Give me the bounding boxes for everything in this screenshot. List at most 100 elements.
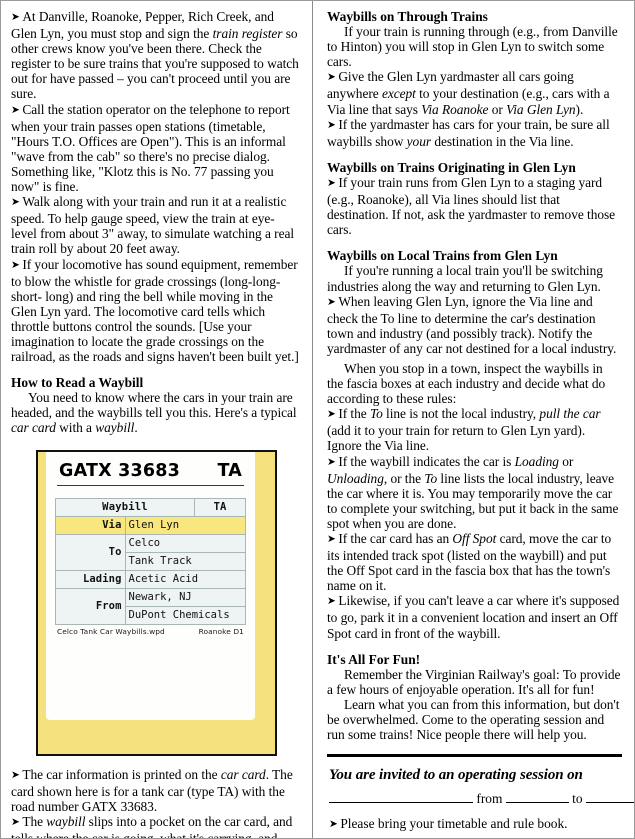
operations-bullet-3: ➤ Walk along with your train and run it a… <box>11 194 300 256</box>
invitation-end-time-blank[interactable] <box>585 802 634 804</box>
arrow-bullet-icon: ➤ <box>11 815 20 828</box>
arrow-bullet-icon: ➤ <box>327 408 336 421</box>
waybill-label-from: From <box>55 587 126 625</box>
waybill-footer-destination: Roanoke D1 <box>198 627 244 637</box>
local-trains-intro: If you're running a local train you'll b… <box>327 263 603 294</box>
local-rule-3-text: If the car card has an Off Spot card, mo… <box>327 531 612 594</box>
operations-bullet-3-text: Walk along with your train and run it at… <box>11 194 295 257</box>
invitation-to-label: to <box>572 791 583 807</box>
waybill-table: Waybill TA Via Glen Lyn To Celco Tank Tr… <box>55 497 246 625</box>
operations-bullet-1: ➤ At Danville, Roanoke, Pepper, Rich Cree… <box>11 9 300 102</box>
arrow-bullet-icon: ➤ <box>11 196 20 209</box>
local-rule-1-text: If the To line is not the local industry… <box>327 406 601 454</box>
waybill-type-code: TA <box>194 497 246 517</box>
local-rule-4: ➤ Likewise, if you can't leave a car wher… <box>327 593 622 640</box>
section-heading-originating-glen-lyn: Waybills on Trains Originating in Glen L… <box>327 159 576 175</box>
invitation-from-label: from <box>476 791 503 807</box>
card-bullet-1-text: The car information is printed on the ca… <box>11 766 293 814</box>
local-rule-2: ➤ If the waybill indicates the car is Loa… <box>327 454 622 531</box>
operations-bullet-4-text: If your locomotive has sound equipment, … <box>11 256 299 365</box>
operations-bullet-2: ➤ Call the station operator on the teleph… <box>11 102 300 195</box>
through-trains-intro: If your train is running through (e.g., … <box>327 24 618 70</box>
through-trains-bullet-2: ➤ If the yardmaster has cars for your tra… <box>327 117 622 149</box>
invitation-start-time-blank[interactable] <box>505 802 569 804</box>
local-rule-2-text: If the waybill indicates the car is Load… <box>327 453 619 531</box>
waybill-value-from-2: DuPont Chemicals <box>124 605 246 625</box>
operations-bullet-1-text: At Danville, Roanoke, Pepper, Rich Creek… <box>11 9 299 102</box>
local-rule-3: ➤ If the car card has an Off Spot card, m… <box>327 531 622 593</box>
originating-bullet-1-text: If your train runs from Glen Lyn to a st… <box>327 174 616 238</box>
arrow-bullet-icon: ➤ <box>327 595 336 608</box>
invitation-date-row: from to <box>329 788 634 809</box>
two-column-layout: ➤ At Danville, Roanoke, Pepper, Rich Cree… <box>1 1 634 838</box>
waybill-footer-filename: Celco Tank Car Waybills.wpd <box>57 627 165 637</box>
waybill-label-lading: Lading <box>55 569 126 589</box>
card-bullet-2: ➤ The waybill slips into a pocket on the … <box>11 813 300 839</box>
waybill-row-to-1: To Celco <box>55 533 246 571</box>
car-card-header: GATX 33683 TA <box>55 459 246 484</box>
local-rules-intro: When you stop in a town, inspect the way… <box>327 360 606 407</box>
local-rule-1: ➤ If the To line is not the local industr… <box>327 406 622 453</box>
waybill-row-lading: Lading Acetic Acid <box>55 569 246 589</box>
arrow-bullet-icon: ➤ <box>11 11 20 23</box>
arrow-bullet-icon: ➤ <box>327 295 336 308</box>
waybill-footer: Celco Tank Car Waybills.wpd Roanoke D1 <box>55 625 246 637</box>
waybill-value-from-1: Newark, NJ <box>124 587 246 607</box>
invitation-title: You are invited to an operating session … <box>329 767 583 784</box>
section-heading-local-trains: Waybills on Local Trains from Glen Lyn <box>327 248 558 264</box>
operations-bullet-4: ➤ If your locomotive has sound equipment,… <box>11 257 300 365</box>
waybill-row-from-1: From Newark, NJ <box>55 587 246 625</box>
car-card-divider <box>57 484 244 486</box>
section-heading-through-trains: Waybills on Through Trains <box>327 9 488 24</box>
right-column: Waybills on Through Trains If your train… <box>312 1 634 838</box>
card-bullet-2-text: The waybill slips into a pocket on the c… <box>11 813 293 839</box>
waybill-value-lading: Acetic Acid <box>124 569 246 589</box>
arrow-bullet-icon: ➤ <box>327 176 336 189</box>
invitation-bring-text: Please bring your timetable and rule boo… <box>340 816 568 832</box>
left-column: ➤ At Danville, Roanoke, Pepper, Rich Cree… <box>1 1 312 838</box>
car-card-inner-panel: GATX 33683 TA Waybill TA Via Glen Lyn To… <box>46 451 255 720</box>
waybill-intro-paragraph: You need to know where the cars in your … <box>11 390 297 436</box>
invitation-bring-line: ➤ Please bring your timetable and rule bo… <box>329 816 620 833</box>
waybill-label-to: To <box>55 533 126 571</box>
operations-bullet-2-text: Call the station operator on the telepho… <box>11 101 290 195</box>
arrow-bullet-icon: ➤ <box>327 71 336 84</box>
waybill-title: Waybill <box>55 497 195 517</box>
document-page: ➤ At Danville, Roanoke, Pepper, Rich Cree… <box>0 0 635 839</box>
arrow-bullet-icon: ➤ <box>11 258 20 271</box>
arrow-bullet-icon: ➤ <box>327 455 336 468</box>
waybill-row-via: Via Glen Lyn <box>55 515 246 535</box>
car-card-graphic: GATX 33683 TA Waybill TA Via Glen Lyn To… <box>36 449 277 756</box>
section-heading-how-to-read-waybill: How to Read a Waybill <box>11 375 144 391</box>
originating-bullet-1: ➤ If your train runs from Glen Lyn to a s… <box>327 175 622 237</box>
local-bullet-leaving: ➤ When leaving Glen Lyn, ignore the Via l… <box>327 294 622 356</box>
arrow-bullet-icon: ➤ <box>11 768 20 781</box>
through-trains-bullet-2-text: If the yardmaster has cars for your trai… <box>327 116 610 149</box>
through-trains-bullet-1-text: Give the Glen Lyn yardmaster all cars go… <box>327 69 610 117</box>
waybill-value-to-2: Tank Track <box>124 551 246 571</box>
arrow-bullet-icon: ➤ <box>11 103 20 116</box>
waybill-title-row: Waybill TA <box>55 497 246 517</box>
fun-paragraph-1: Remember the Virginian Railway's goal: T… <box>327 666 621 697</box>
arrow-bullet-icon: ➤ <box>329 818 338 831</box>
waybill-value-via: Glen Lyn <box>124 515 246 535</box>
car-road-number: GATX 33683 <box>59 460 180 481</box>
section-heading-its-all-for-fun: It's All For Fun! <box>327 651 421 667</box>
invitation-date-blank[interactable] <box>329 802 473 804</box>
car-type-code: TA <box>217 460 242 481</box>
arrow-bullet-icon: ➤ <box>327 533 336 545</box>
local-bullet-leaving-text: When leaving Glen Lyn, ignore the Via li… <box>327 293 617 356</box>
arrow-bullet-icon: ➤ <box>327 118 336 131</box>
invitation-block: You are invited to an operating session … <box>327 754 634 838</box>
card-bullet-1: ➤ The car information is printed on the c… <box>11 767 300 814</box>
local-rule-4-text: Likewise, if you can't leave a car where… <box>327 593 620 641</box>
waybill-label-via: Via <box>55 515 126 535</box>
fun-paragraph-2: Learn what you can from this information… <box>327 696 620 743</box>
waybill-value-to-1: Celco <box>124 533 246 553</box>
through-trains-bullet-1: ➤ Give the Glen Lyn yardmaster all cars g… <box>327 69 622 116</box>
